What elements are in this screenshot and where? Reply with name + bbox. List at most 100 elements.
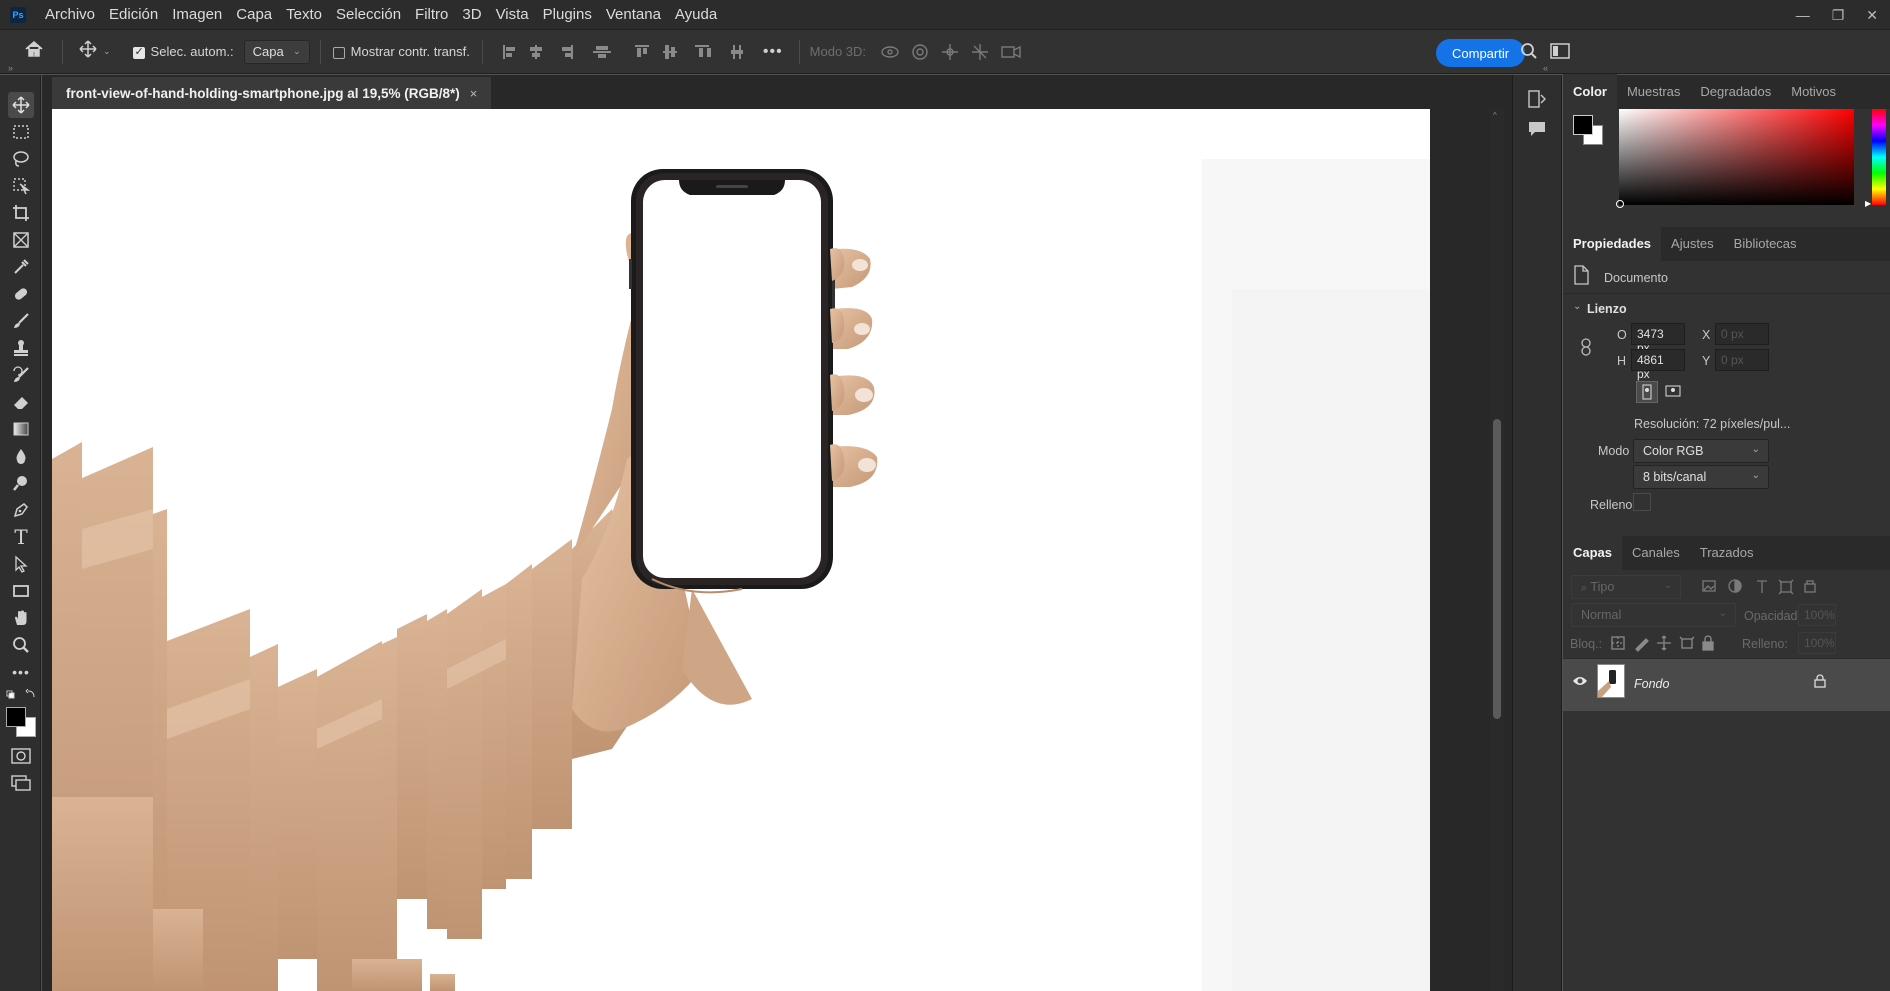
expand-panels-icon[interactable]: « <box>1543 63 1548 73</box>
layer-name[interactable]: Fondo <box>1634 677 1669 691</box>
eraser-icon[interactable] <box>8 389 34 415</box>
quick-mask-icon[interactable] <box>8 743 34 769</box>
history-brush-icon[interactable] <box>8 362 34 388</box>
3d-mode-tools-group[interactable] <box>880 42 1030 62</box>
menu-edicion[interactable]: Edición <box>102 6 165 23</box>
layers-panel-tabs: Capas Canales Trazados <box>1563 535 1890 570</box>
y-field[interactable]: 0 px <box>1715 349 1769 371</box>
tab-bibliotecas[interactable]: Bibliotecas <box>1724 236 1807 261</box>
blur-icon[interactable] <box>8 443 34 469</box>
menu-archivo[interactable]: Archivo <box>38 6 102 23</box>
fill-color-swatch[interactable] <box>1633 493 1651 511</box>
home-icon[interactable] <box>24 40 44 63</box>
height-field[interactable]: 4861 px <box>1631 349 1685 381</box>
tab-degradados[interactable]: Degradados <box>1690 84 1781 109</box>
dodge-icon[interactable] <box>8 470 34 496</box>
restore-icon[interactable]: ❐ <box>1832 7 1845 24</box>
tool-preset-chevron-icon[interactable]: ⌄ <box>103 46 111 57</box>
lock-options-icons[interactable] <box>1610 634 1720 652</box>
menu-filtro[interactable]: Filtro <box>408 6 455 23</box>
marquee-icon[interactable] <box>8 119 34 145</box>
color-picker-field[interactable] <box>1616 109 1854 208</box>
lienzo-collapse-chevron-icon[interactable]: ⌄ <box>1573 301 1581 312</box>
gradient-icon[interactable] <box>8 416 34 442</box>
link-dimensions-icon[interactable] <box>1580 338 1592 359</box>
tab-capas[interactable]: Capas <box>1563 535 1623 570</box>
color-panel-foreground-swatch[interactable] <box>1573 115 1593 135</box>
color-mode-dropdown[interactable]: Color RGB ⌄ <box>1633 439 1769 463</box>
tab-trazados[interactable]: Trazados <box>1690 545 1764 570</box>
crop-icon[interactable] <box>8 200 34 226</box>
vertical-scrollbar[interactable]: ^ <box>1490 109 1504 991</box>
menu-capa[interactable]: Capa <box>229 6 279 23</box>
frame-icon[interactable] <box>8 227 34 253</box>
show-transform-label: Mostrar contr. transf. <box>350 44 470 59</box>
type-icon[interactable]: T <box>8 524 34 550</box>
more-tools-icon[interactable]: ••• <box>8 659 34 685</box>
tab-ajustes[interactable]: Ajustes <box>1661 236 1724 261</box>
bit-depth-dropdown[interactable]: 8 bits/canal ⌄ <box>1633 465 1769 489</box>
pen-icon[interactable] <box>8 497 34 523</box>
menu-seleccion[interactable]: Selección <box>329 6 408 23</box>
close-tab-icon[interactable]: × <box>470 86 478 101</box>
auto-select-checkbox[interactable] <box>132 44 151 59</box>
lasso-icon[interactable] <box>8 146 34 172</box>
width-field[interactable]: 3473 px <box>1631 323 1685 355</box>
eye-visibility-icon[interactable] <box>1572 675 1588 690</box>
hue-slider-handle-icon[interactable]: ▶ <box>1865 199 1871 208</box>
comments-panel-icon[interactable] <box>1527 119 1547 142</box>
minimize-icon[interactable]: — <box>1796 7 1810 23</box>
distribute-buttons-group[interactable] <box>693 42 753 62</box>
move-icon[interactable] <box>8 92 34 118</box>
foreground-color-swatch[interactable] <box>6 707 26 727</box>
menu-texto[interactable]: Texto <box>279 6 329 23</box>
search-icon[interactable] <box>1520 42 1538 65</box>
tab-motivos[interactable]: Motivos <box>1781 84 1846 109</box>
close-window-icon[interactable]: ✕ <box>1866 7 1878 24</box>
landscape-orientation-icon[interactable] <box>1663 381 1685 403</box>
menu-3d[interactable]: 3D <box>455 6 488 23</box>
rectangle-icon[interactable] <box>8 578 34 604</box>
menu-imagen[interactable]: Imagen <box>165 6 229 23</box>
blend-mode-dropdown[interactable]: Normal ⌄ <box>1571 603 1736 627</box>
brush-icon[interactable] <box>8 308 34 334</box>
tab-canales[interactable]: Canales <box>1622 545 1690 570</box>
screen-mode-icon[interactable] <box>8 770 34 796</box>
hand-icon[interactable] <box>8 605 34 631</box>
more-options-icon[interactable]: ••• <box>763 43 783 61</box>
eyedropper-icon[interactable] <box>8 254 34 280</box>
collapse-toolbar-icon[interactable]: » <box>8 63 13 73</box>
hue-slider[interactable] <box>1872 109 1886 205</box>
share-button[interactable]: Compartir <box>1436 39 1526 67</box>
show-transform-checkbox[interactable] <box>332 44 351 59</box>
layer-filter-icons[interactable] <box>1701 578 1831 596</box>
portrait-orientation-icon[interactable] <box>1636 381 1658 403</box>
x-field[interactable]: 0 px <box>1715 323 1769 345</box>
scrollbar-thumb[interactable] <box>1493 419 1501 719</box>
healing-icon[interactable] <box>8 281 34 307</box>
menu-ventana[interactable]: Ventana <box>599 6 668 23</box>
menu-plugins[interactable]: Plugins <box>536 6 599 23</box>
object-select-icon[interactable] <box>8 173 34 199</box>
document-canvas[interactable] <box>52 109 1430 991</box>
fill-opacity-field[interactable]: 100% <box>1798 632 1836 654</box>
history-panel-icon[interactable] <box>1527 89 1547 112</box>
scroll-up-icon[interactable]: ^ <box>1493 111 1497 120</box>
zoom-icon[interactable] <box>8 632 34 658</box>
layer-row[interactable]: Fondo <box>1563 659 1890 711</box>
layer-filter-dropdown[interactable]: ⌕ Tipo ⌄ <box>1571 575 1681 599</box>
menu-vista[interactable]: Vista <box>489 6 536 23</box>
auto-select-target-dropdown[interactable]: Capa ⌄ <box>243 39 310 64</box>
path-select-icon[interactable] <box>8 551 34 577</box>
tab-propiedades[interactable]: Propiedades <box>1563 226 1662 261</box>
tab-color[interactable]: Color <box>1563 74 1617 109</box>
stamp-icon[interactable] <box>8 335 34 361</box>
document-tab[interactable]: front-view-of-hand-holding-smartphone.jp… <box>52 77 492 109</box>
swap-colors-icon[interactable] <box>6 688 36 704</box>
workspace-layout-icon[interactable] <box>1550 42 1570 65</box>
align-buttons-group[interactable] <box>501 42 681 62</box>
opacity-field[interactable]: 100% <box>1798 604 1836 626</box>
tab-muestras[interactable]: Muestras <box>1617 84 1690 109</box>
menu-ayuda[interactable]: Ayuda <box>668 6 724 23</box>
move-tool-icon[interactable] <box>79 40 97 63</box>
